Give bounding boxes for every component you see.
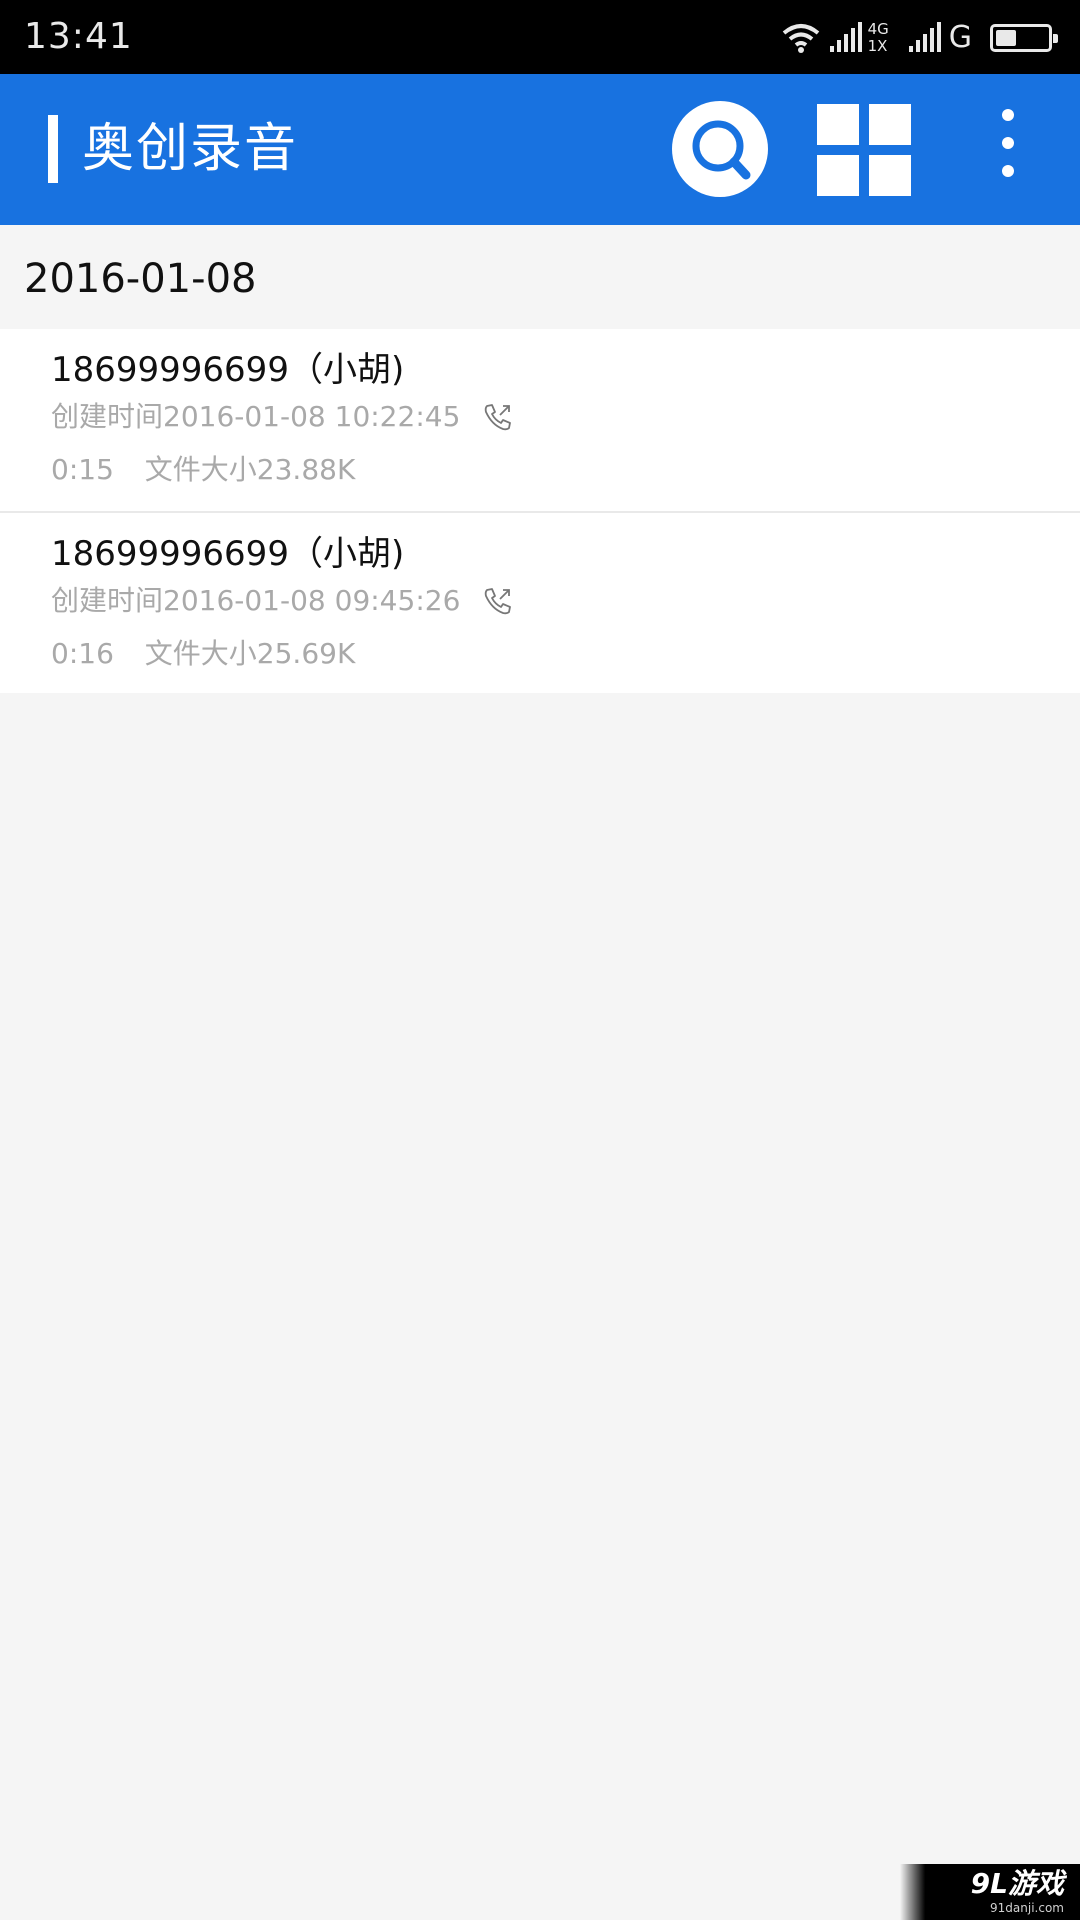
network-label-1x: 1X [867,37,888,55]
record-meta-row: 0:15 文件大小23.88K [51,451,355,489]
status-time: 13:41 [24,16,133,57]
more-dot [1002,109,1014,121]
record-duration: 0:15 [51,453,114,486]
record-file-size: 文件大小23.88K [144,453,356,486]
network-label-g: G [948,20,972,55]
more-dot [1002,137,1014,149]
grid-cell [817,155,859,196]
search-button[interactable] [672,101,768,197]
app-title: 奥创录音 [82,119,299,179]
record-item[interactable]: 18699996699（小胡) 创建时间2016-01-08 10:22:45 … [0,329,1080,511]
grid-view-button[interactable] [817,104,911,196]
date-group-header: 2016-01-08 [24,256,257,302]
grid-cell [869,104,911,145]
signal-icon [829,22,862,52]
more-dot [1002,165,1014,177]
record-list: 18699996699（小胡) 创建时间2016-01-08 10:22:45 … [0,329,1080,693]
grid-cell [869,155,911,196]
record-time-row: 创建时间2016-01-08 10:22:45 [51,398,514,436]
network-label-4g: 4G [867,20,889,38]
record-time-row: 创建时间2016-01-08 09:45:26 [51,582,514,620]
app-bar: 奥创录音 [0,74,1080,225]
watermark: 9L游戏 91danji.com [900,1864,1080,1920]
network-type-label: 4G 1X [868,21,889,55]
record-created-time: 创建时间2016-01-08 10:22:45 [51,400,461,433]
outgoing-call-icon [485,404,512,431]
signal-icon-2 [908,22,941,52]
wifi-icon [782,24,819,53]
title-accent-bar [48,115,58,183]
grid-cell [817,104,859,145]
record-file-size: 文件大小25.69K [144,637,356,670]
record-contact: 18699996699（小胡) [51,350,405,390]
status-icons: 4G 1X G [772,18,1058,58]
record-contact: 18699996699（小胡) [51,534,405,574]
watermark-logo: 9L游戏 [970,1867,1064,1900]
battery-icon [990,24,1058,52]
status-bar: 13:41 4G 1X G [0,0,1080,74]
record-item[interactable]: 18699996699（小胡) 创建时间2016-01-08 09:45:26 … [0,511,1080,693]
outgoing-call-icon [485,588,512,615]
battery-fill [996,30,1016,46]
record-meta-row: 0:16 文件大小25.69K [51,635,355,673]
record-created-time: 创建时间2016-01-08 09:45:26 [51,584,461,617]
search-icon [692,120,751,180]
more-options-button[interactable] [990,109,1026,189]
record-duration: 0:16 [51,637,114,670]
watermark-site: 91danji.com [990,1901,1064,1915]
